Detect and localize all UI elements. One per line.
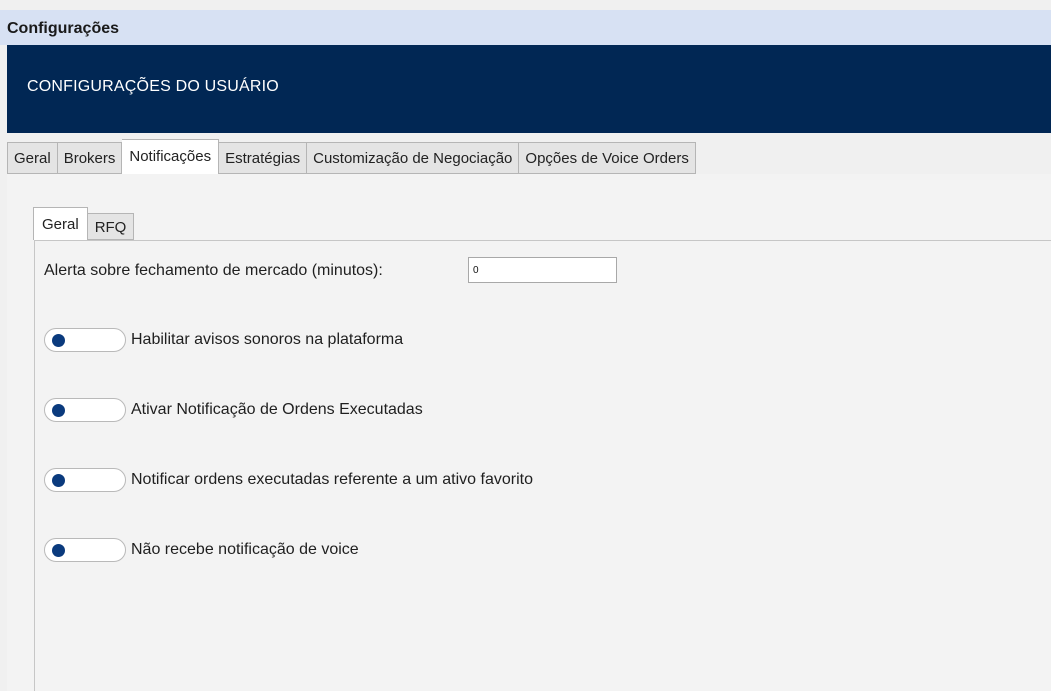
notifications-panel [7, 174, 1051, 691]
sound-alerts-label: Habilitar avisos sonoros na plataforma [131, 331, 404, 348]
market-close-alert-input[interactable] [468, 257, 617, 283]
tab-brokers[interactable]: Brokers [57, 142, 123, 174]
tab-notificacoes[interactable]: Notificações [122, 139, 220, 174]
toggle-row-executed-orders: Ativar Notificação de Ordens Executadas [44, 398, 423, 422]
sound-alerts-toggle[interactable] [44, 328, 126, 352]
main-tab-bar: Geral Brokers Notificações Estratégias C… [7, 139, 696, 174]
favorite-asset-orders-label: Notificar ordens executadas referente a … [131, 471, 533, 488]
toggle-knob [52, 334, 65, 347]
sub-tab-bar: Geral RFQ [33, 207, 135, 240]
voice-notifications-toggle[interactable] [44, 538, 126, 562]
subtab-geral[interactable]: Geral [33, 207, 88, 240]
favorite-asset-orders-toggle[interactable] [44, 468, 126, 492]
tab-customizacao-negociacao[interactable]: Customização de Negociação [307, 142, 520, 174]
toggle-row-voice-notifications: Não recebe notificação de voice [44, 538, 359, 562]
tab-geral[interactable]: Geral [7, 142, 58, 174]
tab-opcoes-voice-orders[interactable]: Opções de Voice Orders [519, 142, 696, 174]
subtab-rfq[interactable]: RFQ [87, 213, 135, 240]
voice-notifications-label: Não recebe notificação de voice [131, 541, 359, 558]
toggle-knob [52, 544, 65, 557]
window-title: Configurações [7, 20, 120, 37]
executed-orders-label: Ativar Notificação de Ordens Executadas [131, 401, 423, 418]
sub-tab-divider [142, 240, 1051, 241]
toggle-row-sound-alerts: Habilitar avisos sonoros na plataforma [44, 328, 403, 352]
toggle-knob [52, 474, 65, 487]
sub-tab-content-frame [34, 240, 1051, 691]
window-titlebar: Configurações [0, 10, 1051, 45]
executed-orders-toggle[interactable] [44, 398, 126, 422]
toggle-row-favorite-asset-orders: Notificar ordens executadas referente a … [44, 468, 533, 492]
market-close-alert-label: Alerta sobre fechamento de mercado (minu… [44, 262, 383, 279]
banner-title: CONFIGURAÇÕES DO USUÁRIO [27, 78, 279, 95]
user-settings-banner: CONFIGURAÇÕES DO USUÁRIO [7, 45, 1051, 133]
tab-estrategias[interactable]: Estratégias [219, 142, 308, 174]
toggle-knob [52, 404, 65, 417]
settings-window: Configurações CONFIGURAÇÕES DO USUÁRIO G… [0, 0, 1051, 691]
